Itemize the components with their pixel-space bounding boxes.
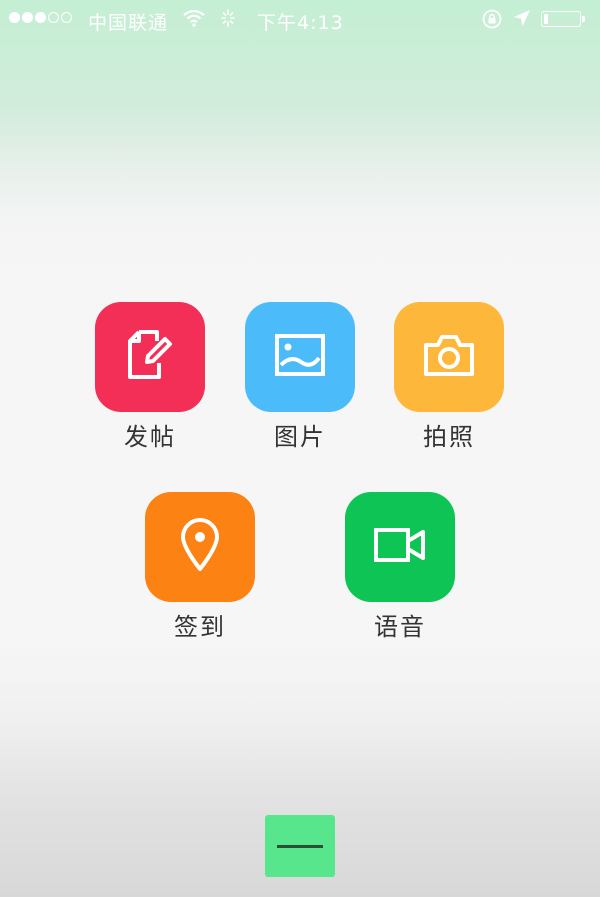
photo-tile[interactable] xyxy=(394,302,504,412)
signal-strength-icon xyxy=(9,12,72,23)
status-bar: 中国联通 下午4:13 xyxy=(0,0,600,40)
image-tile[interactable] xyxy=(245,302,355,412)
wifi-icon xyxy=(183,9,205,32)
close-menu-button[interactable] xyxy=(265,815,335,877)
checkin-tile[interactable] xyxy=(145,492,255,602)
carrier-name: 中国联通 xyxy=(88,12,169,34)
post-label: 发帖 xyxy=(124,423,176,451)
voice-action[interactable]: 语音 xyxy=(345,492,455,642)
post-tile[interactable] xyxy=(95,302,205,412)
voice-label: 语音 xyxy=(374,613,426,641)
image-icon xyxy=(275,334,325,380)
photo-label: 拍照 xyxy=(423,423,475,451)
post-action[interactable]: 发帖 xyxy=(95,302,205,452)
voice-tile[interactable] xyxy=(345,492,455,602)
status-time: 下午4:13 xyxy=(257,12,344,34)
battery-level xyxy=(544,14,548,24)
photo-action[interactable]: 拍照 xyxy=(394,302,504,452)
edit-document-icon xyxy=(127,329,173,385)
camera-icon xyxy=(423,333,475,381)
orientation-lock-icon xyxy=(481,8,503,35)
image-action[interactable]: 图片 xyxy=(245,302,355,452)
image-label: 图片 xyxy=(274,423,326,451)
minus-icon xyxy=(277,844,323,848)
signal-dot xyxy=(35,12,46,23)
video-camera-icon xyxy=(374,527,426,567)
checkin-label: 签到 xyxy=(174,613,226,641)
checkin-action[interactable]: 签到 xyxy=(145,492,255,642)
signal-dot xyxy=(61,12,72,23)
location-pin-icon xyxy=(180,518,220,576)
signal-dot xyxy=(48,12,59,23)
battery-icon xyxy=(541,11,585,27)
location-arrow-icon xyxy=(513,9,531,32)
activity-spinner-icon xyxy=(220,8,236,33)
signal-dot xyxy=(9,12,20,23)
signal-dot xyxy=(22,12,33,23)
